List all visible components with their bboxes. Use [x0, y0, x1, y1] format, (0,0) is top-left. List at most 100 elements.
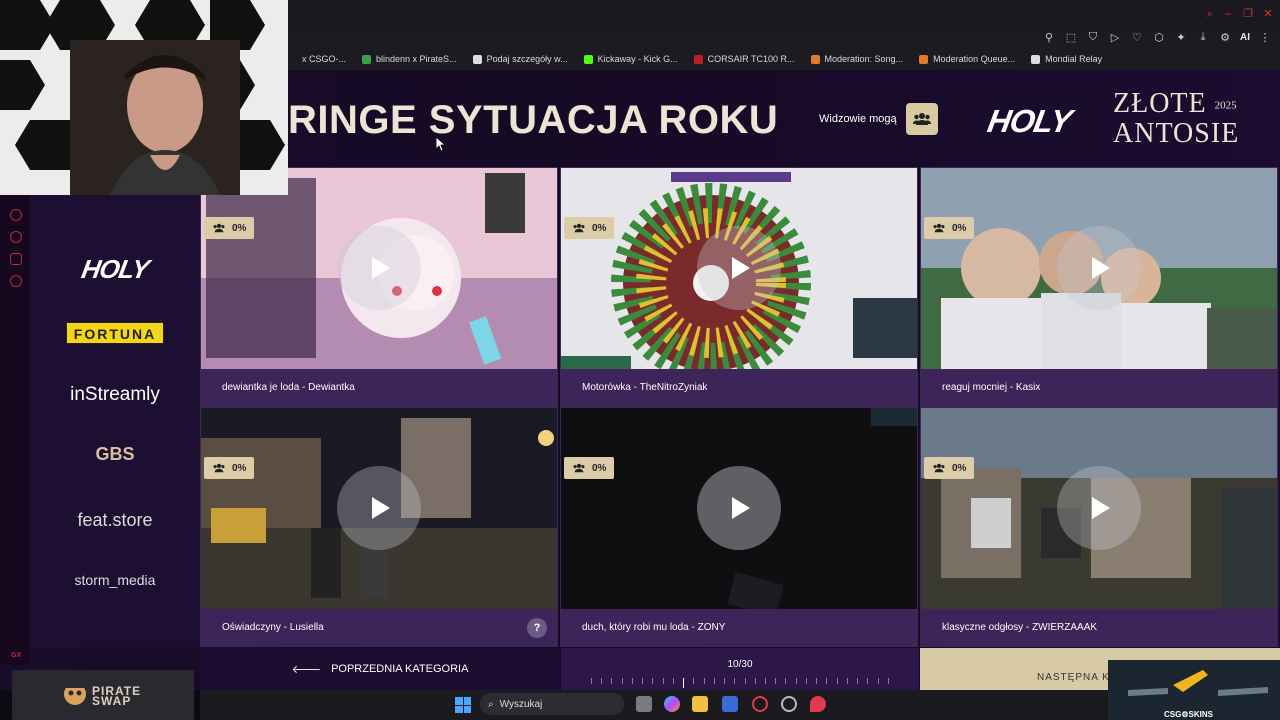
search-icon[interactable]: ⌕	[1204, 8, 1216, 20]
vote-percentage: 0%	[952, 222, 967, 234]
play-icon	[1092, 497, 1110, 519]
obs-icon[interactable]	[781, 696, 797, 712]
category-tick	[662, 678, 664, 684]
kick-icon	[583, 54, 593, 64]
sponsor-holy[interactable]: HOLY	[27, 254, 202, 285]
event-title-line1: ZŁOTE	[1113, 88, 1207, 119]
event-year: 2025	[1214, 99, 1237, 112]
record-icon[interactable]	[10, 209, 22, 221]
category-tick	[857, 678, 859, 684]
sponsor-storm-media[interactable]: storm_media	[30, 572, 200, 588]
category-tick	[816, 678, 818, 684]
bookmark-item[interactable]: blindenn x PirateS...	[362, 54, 457, 64]
clip-card[interactable]: 0% Motorówka - TheNitroZyniak	[560, 167, 918, 407]
viewers-control: Widzowie mogą	[819, 103, 938, 135]
bookmark-item[interactable]: Moderation: Song...	[810, 54, 904, 64]
mouse-cursor-icon	[436, 137, 446, 151]
cube-icon[interactable]: ⬡	[1152, 30, 1166, 44]
ai-button[interactable]: AI	[1240, 30, 1250, 44]
clip-card[interactable]: 0% reaguj mocniej - Kasix	[920, 167, 1278, 407]
shield-icon[interactable]: ⛉	[1086, 30, 1100, 44]
pirate-skull-icon	[64, 683, 86, 705]
bookmark-item[interactable]: x CSGO-...	[288, 54, 346, 64]
bookmark-label: x CSGO-...	[302, 54, 347, 64]
play-button[interactable]	[337, 226, 421, 310]
heart-icon[interactable]: ♡	[1130, 30, 1144, 44]
play-button[interactable]	[1057, 466, 1141, 550]
pin-icon[interactable]: ⚲	[1042, 30, 1056, 44]
category-tick	[754, 678, 756, 684]
file-explorer-icon[interactable]	[692, 696, 708, 712]
bookmark-item[interactable]: Podaj szczegóły w...	[472, 54, 568, 64]
category-progress: 10/30	[561, 648, 919, 690]
play-button[interactable]	[1057, 226, 1141, 310]
vote-percentage-badge: 0%	[924, 457, 975, 479]
category-tick	[826, 678, 828, 684]
clip-title: Motorówka - TheNitroZyniak	[561, 369, 917, 406]
bookmark-item[interactable]: Kickaway - Kick G...	[583, 54, 678, 64]
extensions-icon[interactable]: ✦	[1174, 30, 1188, 44]
category-tick	[744, 678, 746, 684]
opera-gx-icon[interactable]	[752, 696, 768, 712]
category-tick	[867, 678, 869, 684]
cube-icon[interactable]	[10, 253, 22, 265]
event-title-line2: ANTOSIE	[1113, 117, 1240, 149]
vote-percentage: 0%	[232, 222, 247, 234]
clip-card[interactable]: 0% klasyczne odgłosy - ZWIERZAAAK	[920, 407, 1278, 647]
store-icon[interactable]	[722, 696, 738, 712]
taskbar-search[interactable]: ⌕ Wyszukaj	[480, 693, 624, 715]
vote-percentage: 0%	[592, 222, 607, 234]
bookmark-label: Moderation: Song...	[824, 54, 904, 64]
plus-icon	[362, 54, 372, 64]
help-button[interactable]: ?	[527, 618, 547, 638]
sponsor-feat-store[interactable]: feat.store	[30, 510, 200, 531]
category-tick	[703, 678, 705, 684]
category-counter: 10/30	[727, 659, 753, 670]
play-button[interactable]	[697, 466, 781, 550]
bookmark-label: Moderation Queue...	[933, 54, 1016, 64]
sponsor-gbs[interactable]: GBS	[30, 444, 200, 465]
arrow-left-icon: 🡐	[291, 664, 322, 676]
bookmark-label: blindenn x PirateS...	[376, 54, 457, 64]
download-icon[interactable]: ⤓	[1196, 30, 1210, 44]
clock-icon[interactable]	[10, 231, 22, 243]
clip-card[interactable]: 0% duch, który robi mu loda - ZONY	[560, 407, 918, 647]
side-toolbar	[0, 195, 30, 665]
sponsor-instreamly[interactable]: inStreamly	[30, 384, 200, 406]
previous-category-button[interactable]: 🡐 POPRZEDNIA KATEGORIA	[200, 648, 560, 690]
settings-icon[interactable]: ⚙	[1218, 30, 1232, 44]
category-tick	[795, 678, 797, 684]
screenshot-icon[interactable]: ⬚	[1064, 30, 1078, 44]
bookmark-item[interactable]: Moderation Queue...	[919, 54, 1015, 64]
vote-percentage: 0%	[952, 462, 967, 474]
viewers-button[interactable]	[905, 103, 938, 135]
page-icon	[1031, 54, 1041, 64]
location-icon[interactable]	[810, 696, 826, 712]
viewers-label: Widzowie mogą	[819, 113, 897, 125]
copilot-icon[interactable]	[664, 696, 680, 712]
sponsor-fortuna[interactable]: FORTUNA	[66, 322, 164, 344]
windows-start-icon[interactable]	[455, 697, 471, 713]
clip-card[interactable]: 0% dewiantka je loda - Dewiantka	[200, 167, 558, 407]
category-tick	[601, 678, 603, 684]
minimize-icon[interactable]: –	[1222, 8, 1234, 20]
bookmark-item[interactable]: CORSAIR TC100 R...	[693, 54, 795, 64]
category-tick	[611, 678, 613, 684]
close-icon[interactable]: ✕	[1262, 8, 1274, 20]
event-logo: ZŁOTE 2025 ANTOSIE	[1113, 90, 1239, 148]
bookmark-label: CORSAIR TC100 R...	[707, 54, 795, 64]
play-icon[interactable]: ▷	[1108, 30, 1122, 44]
task-view-icon[interactable]	[636, 696, 652, 712]
clip-title: reaguj mocniej - Kasix	[921, 369, 1277, 406]
webcam-feed	[0, 0, 288, 195]
menu-icon[interactable]: ⋮	[1258, 30, 1272, 44]
bookmark-item[interactable]: Mondial Relay	[1031, 54, 1102, 64]
settings-icon[interactable]	[10, 275, 22, 287]
play-button[interactable]	[337, 466, 421, 550]
csgoskins-logo: CSG⚙SKINS	[1164, 710, 1213, 719]
category-tick	[683, 678, 685, 688]
play-button[interactable]	[697, 226, 781, 310]
maximize-icon[interactable]: ❐	[1242, 8, 1254, 20]
clip-card[interactable]: 0% Oświadczyny - Lusiella?	[200, 407, 558, 647]
play-icon	[372, 497, 390, 519]
